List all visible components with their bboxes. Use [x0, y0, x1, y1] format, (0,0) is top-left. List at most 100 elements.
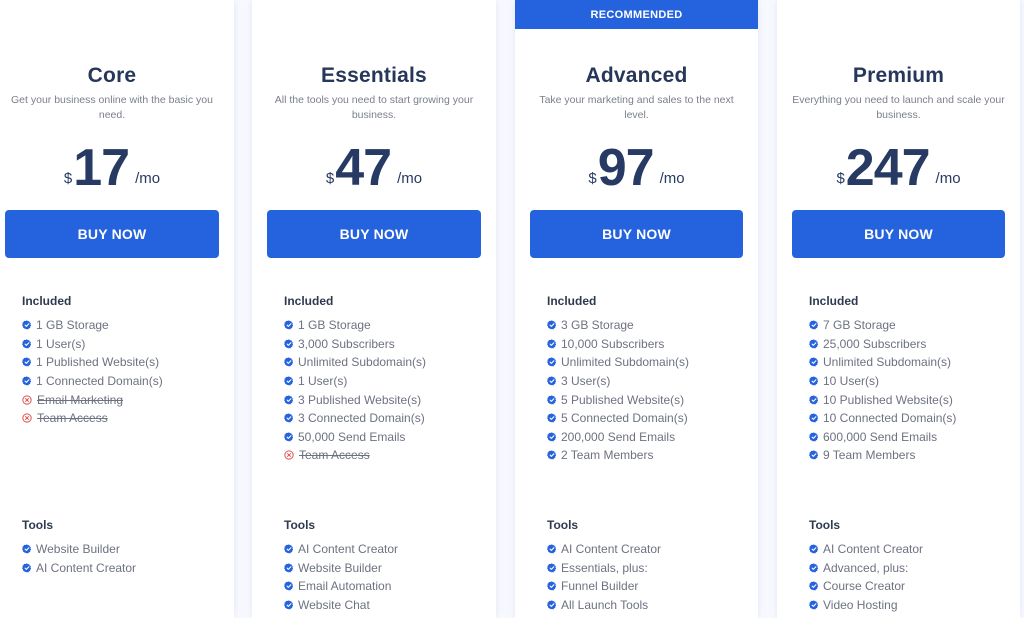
feature-item: Unlimited Subdomain(s) — [284, 353, 426, 372]
feature-item: 3 Connected Domain(s) — [284, 409, 426, 428]
x-circle-icon — [22, 413, 32, 423]
feature-item: 3 User(s) — [547, 372, 689, 391]
feature-label: 200,000 Send Emails — [561, 429, 676, 444]
verified-check-icon — [284, 600, 294, 610]
plan-card-advanced: RECOMMENDED Advanced Take your marketing… — [515, 0, 758, 618]
verified-check-icon — [809, 450, 819, 461]
x-circle-icon — [284, 450, 294, 461]
feature-item: 10 Published Website(s) — [809, 390, 956, 409]
feature-label: 1 GB Storage — [298, 318, 371, 333]
feature-item: Unlimited Subdomain(s) — [547, 353, 689, 372]
verified-check-icon — [547, 376, 557, 386]
feature-label: 1 User(s) — [298, 374, 348, 389]
price-period: /mo — [935, 170, 961, 187]
plan-price: $ 17 /mo — [0, 134, 234, 194]
verified-check-icon — [284, 320, 294, 330]
feature-label: 5 Connected Domain(s) — [561, 411, 688, 426]
feature-item: Video Hosting — [809, 596, 923, 615]
included-feature-list: 1 GB Storage 1 User(s) 1 Published Website… — [22, 316, 163, 428]
price-amount: 97 — [597, 139, 655, 197]
feature-label: Email Automation — [298, 579, 392, 594]
feature-label: AI Content Creator — [36, 560, 137, 575]
feature-item: 10 User(s) — [809, 372, 956, 391]
price-currency: $ — [836, 170, 845, 187]
plan-name: Core — [87, 64, 137, 87]
plan-name: Advanced — [585, 64, 688, 87]
verified-check-icon — [22, 544, 32, 554]
price-amount: 17 — [73, 139, 130, 197]
feature-label: 2 Team Members — [561, 448, 654, 463]
feature-label: Unlimited Subdomain(s) — [561, 355, 690, 370]
feature-label: Essentials, plus: — [561, 560, 648, 575]
feature-label: 600,000 Send Emails — [823, 429, 938, 444]
tools-feature-list: Website Builder AI Content Creator — [22, 540, 136, 577]
verified-check-icon — [284, 413, 294, 423]
feature-label: 1 Published Website(s) — [36, 355, 160, 370]
verified-check-icon — [284, 544, 294, 554]
verified-check-icon — [547, 544, 557, 554]
verified-check-icon — [547, 339, 557, 349]
plan-card-core: Core Get your business online with the b… — [0, 0, 234, 618]
buy-now-button[interactable]: BUY NOW — [530, 210, 743, 258]
feature-label: 25,000 Subscribers — [823, 336, 927, 351]
buy-now-button[interactable]: BUY NOW — [267, 210, 481, 258]
feature-item: 3 GB Storage — [547, 316, 689, 335]
feature-label: 9 Team Members — [823, 448, 916, 463]
plan-price: $ 47 /mo — [252, 134, 496, 194]
feature-item: 600,000 Send Emails — [809, 428, 956, 447]
feature-item: 5 Connected Domain(s) — [547, 409, 689, 428]
feature-item: Team Access — [22, 409, 163, 428]
feature-label: 10 Connected Domain(s) — [823, 411, 957, 426]
buy-now-button[interactable]: BUY NOW — [5, 210, 219, 258]
feature-item: Unlimited Subdomain(s) — [809, 353, 956, 372]
buy-now-button[interactable]: BUY NOW — [792, 210, 1005, 258]
feature-item: 1 GB Storage — [284, 316, 426, 335]
tools-feature-list: AI Content Creator Website Builder Email A… — [284, 540, 398, 614]
feature-item: Course Creator — [809, 577, 923, 596]
plan-name: Premium — [852, 64, 945, 87]
feature-item: 10,000 Subscribers — [547, 335, 689, 354]
tools-heading: Tools — [547, 518, 579, 532]
feature-label: Unlimited Subdomain(s) — [823, 355, 952, 370]
included-feature-list: 1 GB Storage 3,000 Subscribers Unlimited S… — [284, 316, 426, 465]
feature-label: 1 GB Storage — [36, 318, 109, 333]
feature-item: Website Builder — [22, 540, 136, 559]
feature-item: All Launch Tools — [547, 596, 661, 615]
price-amount: 47 — [335, 139, 392, 197]
verified-check-icon — [809, 432, 819, 442]
verified-check-icon — [809, 376, 819, 386]
verified-check-icon — [284, 339, 294, 349]
verified-check-icon — [547, 581, 557, 592]
included-feature-list: 7 GB Storage 25,000 Subscribers Unlimited … — [809, 316, 956, 465]
verified-check-icon — [22, 376, 32, 386]
feature-label: All Launch Tools — [561, 598, 649, 613]
included-feature-list: 3 GB Storage 10,000 Subscribers Unlimited … — [547, 316, 689, 465]
feature-label: 10 User(s) — [823, 374, 880, 389]
feature-item: 5 Published Website(s) — [547, 390, 689, 409]
verified-check-icon — [22, 563, 32, 573]
feature-item: Website Chat — [284, 596, 398, 615]
verified-check-icon — [547, 357, 557, 368]
feature-label: Website Builder — [298, 560, 382, 575]
feature-item: Website Builder — [284, 559, 398, 578]
plan-price: $ 97 /mo — [515, 134, 758, 194]
verified-check-icon — [22, 339, 32, 349]
feature-label: 1 Connected Domain(s) — [36, 374, 163, 389]
x-circle-icon — [22, 395, 32, 405]
verified-check-icon — [284, 376, 294, 386]
feature-item: AI Content Creator — [809, 540, 923, 559]
feature-item: 1 Connected Domain(s) — [22, 372, 163, 391]
verified-check-icon — [809, 600, 819, 610]
price-period: /mo — [659, 170, 685, 187]
feature-label: Email Marketing — [37, 392, 124, 407]
verified-check-icon — [547, 563, 557, 573]
price-amount: 247 — [845, 139, 931, 197]
plan-name: Essentials — [321, 64, 427, 87]
feature-item: Team Access — [284, 446, 426, 465]
price-period: /mo — [135, 170, 161, 187]
verified-check-icon — [809, 563, 819, 573]
feature-item: 9 Team Members — [809, 446, 956, 465]
tools-heading: Tools — [809, 518, 841, 532]
pricing-table: Core Get your business online with the b… — [0, 0, 1024, 618]
recommended-badge: RECOMMENDED — [515, 0, 758, 29]
